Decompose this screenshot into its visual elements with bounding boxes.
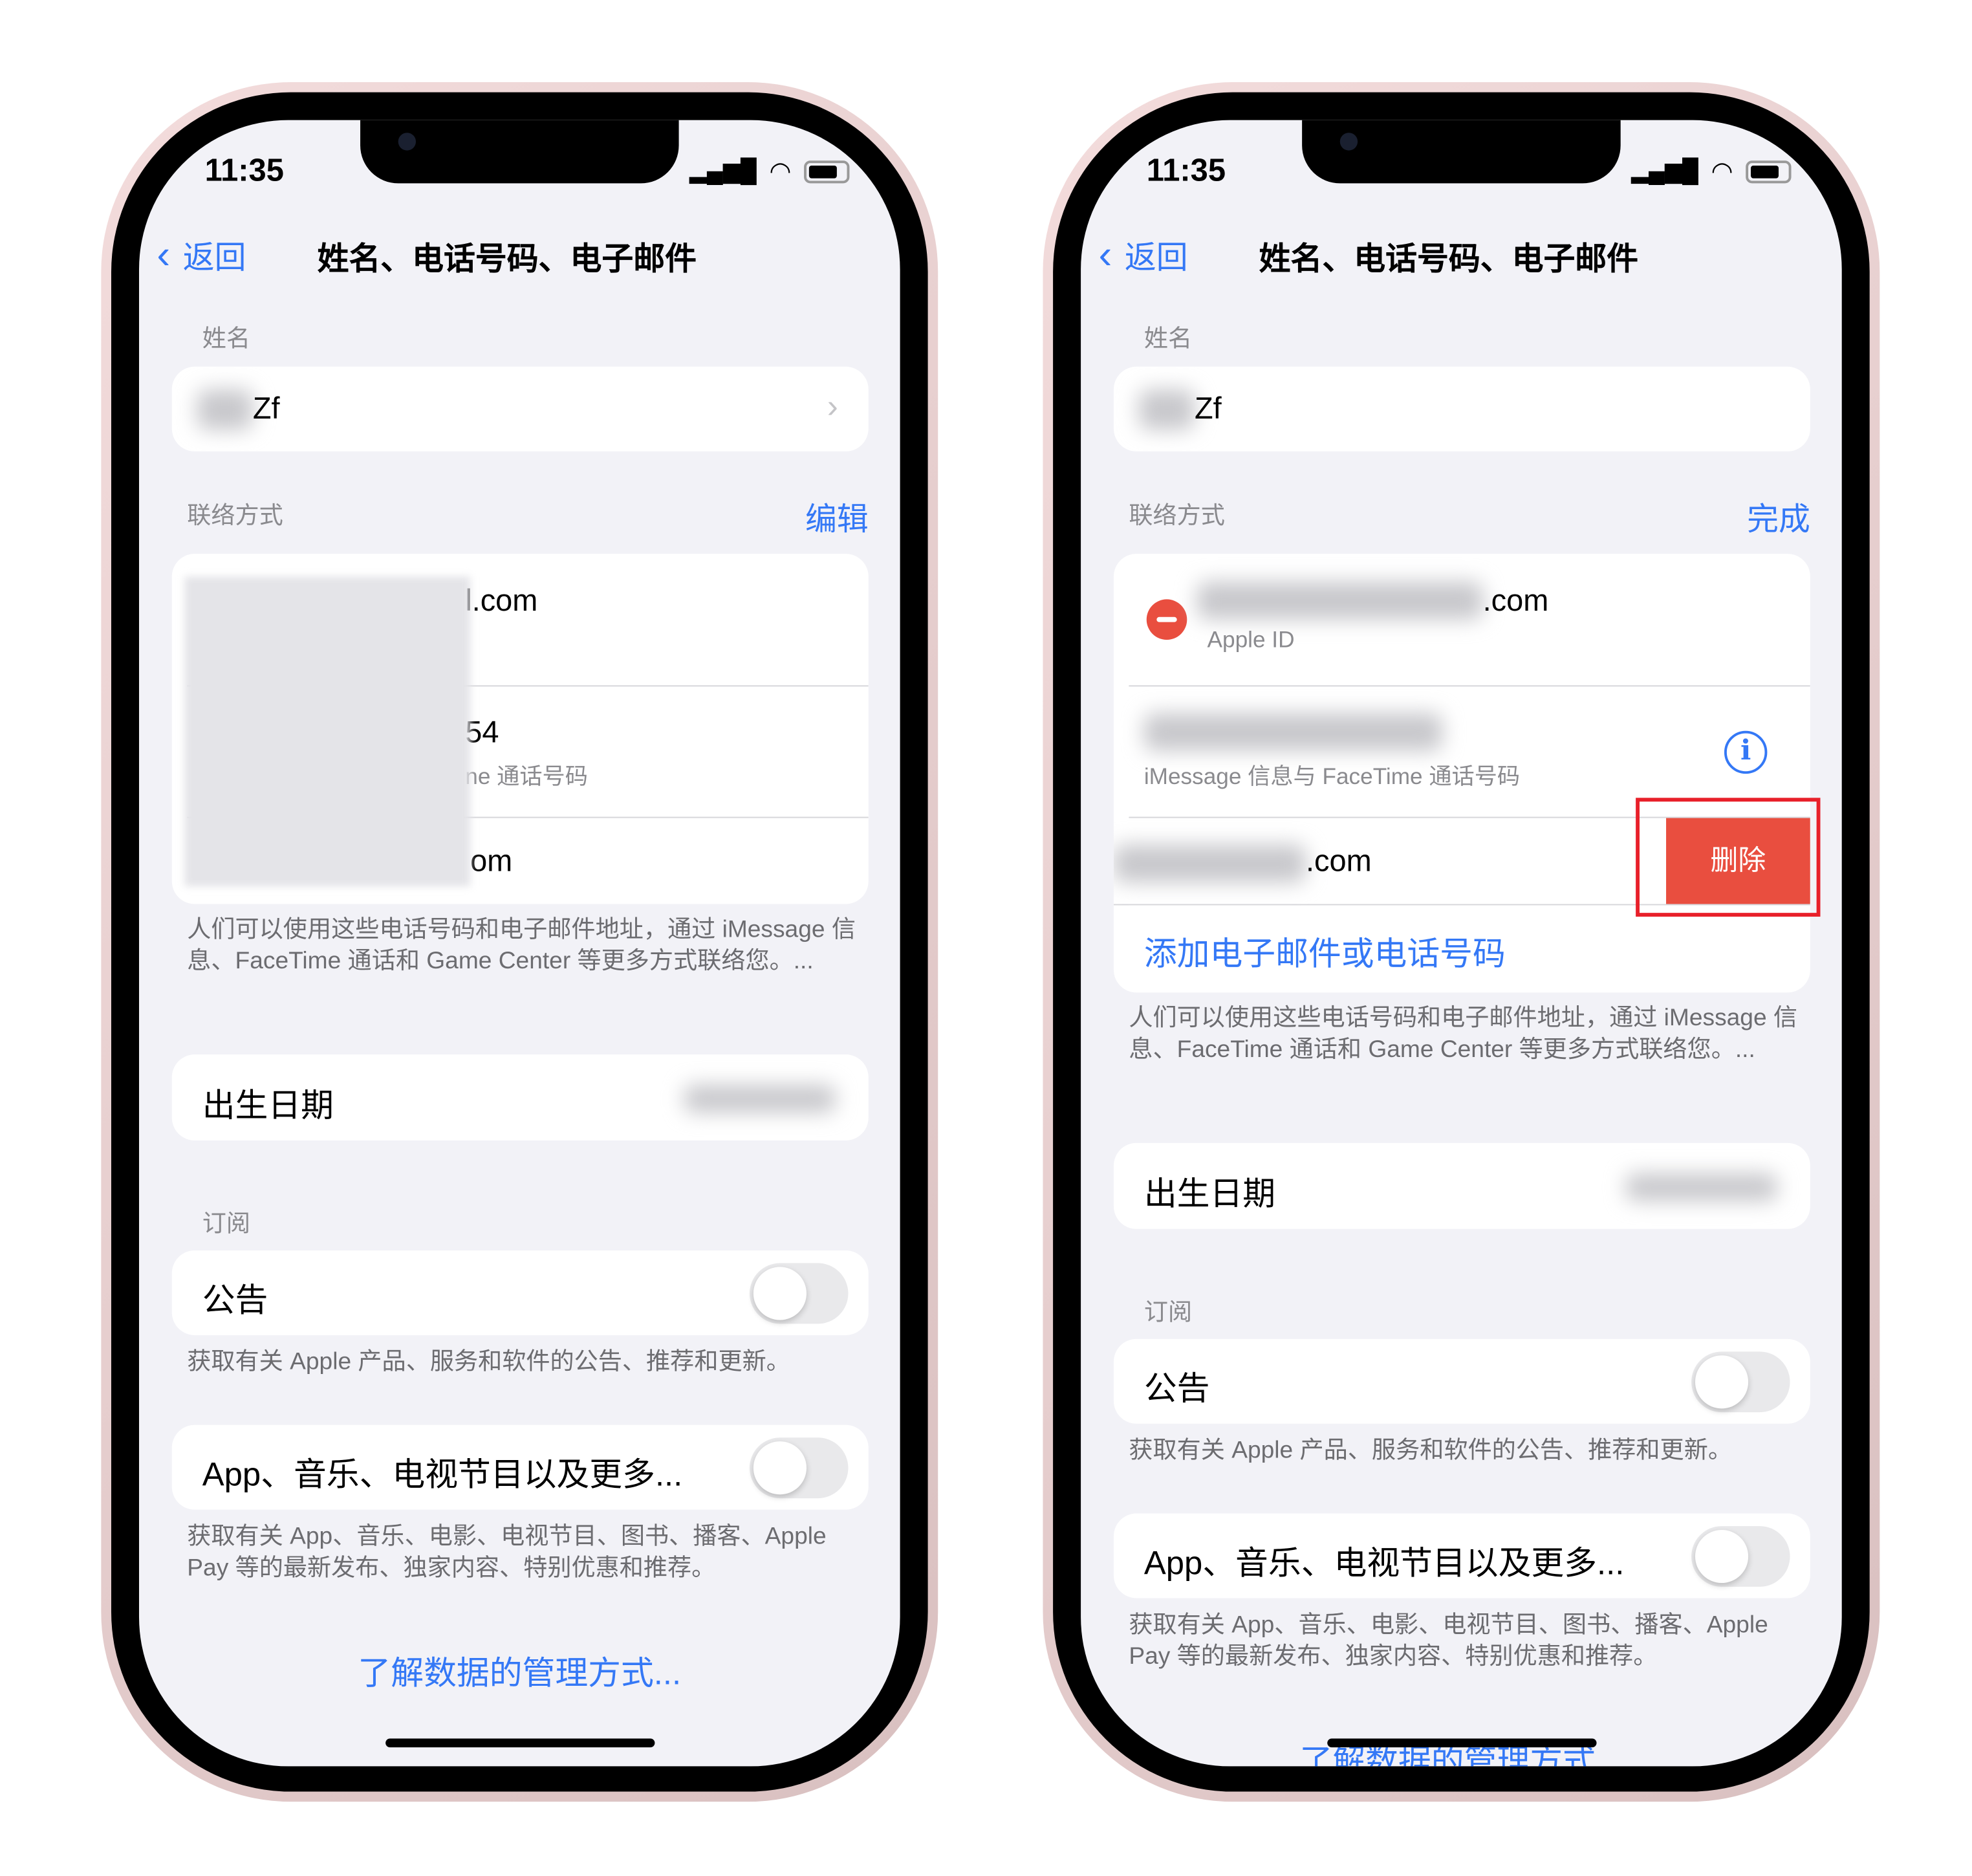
back-label: 返回 — [182, 239, 246, 276]
name-row[interactable]: Zf › — [171, 366, 869, 452]
wifi-icon: ◠ — [1711, 158, 1733, 186]
apps-note: 获取有关 App、音乐、电影、电视节目、图书、播客、Apple Pay 等的最新… — [1129, 1611, 1768, 1670]
redacted-area — [184, 576, 471, 887]
edit-button[interactable]: 编辑 — [805, 494, 869, 540]
back-button[interactable]: ‹ 返回 — [1098, 232, 1187, 278]
back-label: 返回 — [1124, 239, 1188, 276]
status-time: 11:35 — [1146, 153, 1226, 189]
chevron-left-icon: ‹ — [1098, 231, 1112, 278]
notch — [360, 120, 679, 184]
contact-phone-sub: ne 通话号码 — [465, 763, 588, 789]
info-icon[interactable]: i — [1724, 730, 1768, 774]
apps-label: App、音乐、电视节目以及更多... — [202, 1455, 683, 1494]
announcements-label: 公告 — [1143, 1369, 1210, 1408]
contact-card: .com Apple ID iMessage 信息与 FaceTime 通话号码… — [1113, 554, 1810, 993]
notch — [1302, 120, 1621, 184]
wifi-icon: ◠ — [769, 158, 792, 186]
phone-right: 11:35 ▂▄▆█ ◠ ‹ 返回 姓名、电话号码、电子邮件 姓名 Zf 联络方式… — [1043, 82, 1880, 1802]
name-label: 姓名 — [1143, 326, 1193, 353]
screen: 11:35 ▂▄▆█ ◠ ‹ 返回 姓名、电话号码、电子邮件 姓名 Zf › 联络… — [138, 120, 900, 1767]
contact-label: 联络方式 — [187, 503, 283, 530]
chevron-right-icon: › — [827, 387, 838, 425]
birthday-row[interactable]: 出生日期 — [171, 1054, 869, 1140]
camera — [1339, 133, 1358, 151]
battery-icon — [1746, 160, 1792, 183]
subscriptions-label: 订阅 — [202, 1211, 251, 1238]
page-title: 姓名、电话号码、电子邮件 — [317, 241, 697, 278]
status-icons: ▂▄▆█ ◠ — [689, 155, 850, 187]
home-indicator — [385, 1738, 655, 1748]
home-indicator — [1327, 1738, 1597, 1748]
apps-toggle[interactable] — [750, 1437, 849, 1499]
announcements-row: 公告 — [171, 1250, 869, 1335]
birthday-label: 出生日期 — [202, 1085, 334, 1124]
learn-more-link[interactable]: 了解数据的管理方式... — [139, 1648, 900, 1694]
status-icons: ▂▄▆█ ◠ — [1631, 155, 1792, 187]
contact-note: 人们可以使用这些电话号码和电子邮件地址，通过 iMessage 信息、FaceT… — [1129, 1005, 1798, 1063]
announcements-label: 公告 — [202, 1280, 268, 1319]
announcements-row: 公告 — [1113, 1338, 1810, 1424]
apple-id-sub: Apple ID — [1207, 627, 1295, 653]
camera — [398, 133, 417, 151]
signal-icon: ▂▄▆█ — [1631, 158, 1698, 184]
chevron-left-icon: ‹ — [157, 231, 171, 278]
name-value: Zf — [1195, 391, 1222, 426]
apps-row: App、音乐、电视节目以及更多... — [1113, 1513, 1810, 1598]
battery-icon — [804, 160, 850, 183]
status-time: 11:35 — [204, 153, 284, 189]
contact-email-1[interactable]: l.com — [465, 584, 537, 620]
contact-phone[interactable]: 54 — [465, 715, 499, 751]
announcements-note: 获取有关 Apple 产品、服务和软件的公告、推荐和更新。 — [1129, 1437, 1732, 1465]
announcements-toggle[interactable] — [750, 1263, 849, 1324]
contact-card: l.com 54 ne 通话号码 om — [171, 554, 869, 904]
back-button[interactable]: ‹ 返回 — [157, 232, 246, 278]
signal-icon: ▂▄▆█ — [689, 158, 757, 184]
remove-icon[interactable] — [1146, 599, 1187, 640]
add-contact-button[interactable]: 添加电子邮件或电话号码 — [1144, 928, 1506, 975]
birthday-row[interactable]: 出生日期 — [1113, 1142, 1810, 1229]
phone-left: 11:35 ▂▄▆█ ◠ ‹ 返回 姓名、电话号码、电子邮件 姓名 Zf › 联络… — [101, 82, 938, 1802]
page-title: 姓名、电话号码、电子邮件 — [1259, 241, 1639, 278]
done-button[interactable]: 完成 — [1747, 494, 1810, 540]
apps-label: App、音乐、电视节目以及更多... — [1143, 1543, 1625, 1582]
contact-email-2[interactable]: .com — [1306, 845, 1372, 880]
birthday-label: 出生日期 — [1143, 1174, 1276, 1213]
apps-row: App、音乐、电视节目以及更多... — [171, 1424, 869, 1510]
subscriptions-label: 订阅 — [1143, 1300, 1193, 1327]
name-value: Zf — [252, 391, 280, 426]
announcements-toggle[interactable] — [1691, 1351, 1790, 1413]
apps-toggle[interactable] — [1691, 1526, 1790, 1587]
contact-email-2[interactable]: om — [470, 845, 512, 880]
contact-note: 人们可以使用这些电话号码和电子邮件地址，通过 iMessage 信息、FaceT… — [187, 917, 856, 975]
screen: 11:35 ▂▄▆█ ◠ ‹ 返回 姓名、电话号码、电子邮件 姓名 Zf 联络方式… — [1081, 120, 1842, 1767]
highlight-box — [1636, 798, 1821, 917]
contact-label: 联络方式 — [1129, 503, 1225, 530]
name-label: 姓名 — [202, 326, 251, 353]
contact-phone-sub: iMessage 信息与 FaceTime 通话号码 — [1143, 763, 1521, 789]
name-row[interactable]: Zf — [1113, 366, 1810, 452]
contact-email-1[interactable]: .com — [1483, 584, 1549, 620]
announcements-note: 获取有关 Apple 产品、服务和软件的公告、推荐和更新。 — [187, 1349, 790, 1376]
apps-note: 获取有关 App、音乐、电影、电视节目、图书、播客、Apple Pay 等的最新… — [187, 1523, 827, 1582]
